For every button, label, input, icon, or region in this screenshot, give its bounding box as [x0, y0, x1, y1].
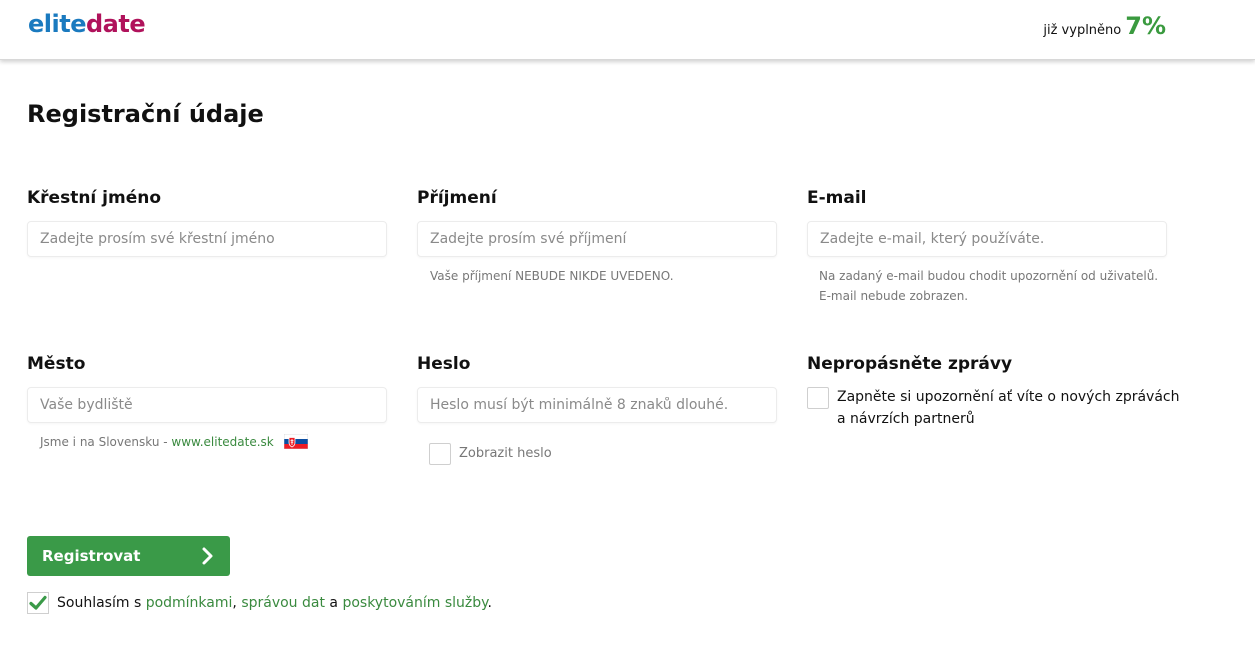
password-label: Heslo: [417, 354, 471, 374]
notifications-text-line2: a návrzích partnerů: [837, 411, 975, 427]
register-button[interactable]: Registrovat: [27, 536, 230, 576]
password-input[interactable]: [417, 387, 777, 423]
top-header: elitedate již vyplněno 7%: [0, 0, 1255, 60]
email-hint-line2: E-mail nebude zobrazen.: [819, 289, 969, 303]
checkmark-icon: [29, 595, 47, 610]
city-label: Město: [27, 354, 86, 374]
slovakia-flag-icon: [283, 434, 308, 449]
first-name-input[interactable]: [27, 221, 387, 257]
last-name-input[interactable]: [417, 221, 777, 257]
show-password-checkbox[interactable]: [429, 443, 451, 465]
progress-value: 7%: [1125, 12, 1166, 40]
email-label: E-mail: [807, 188, 867, 208]
terms-link[interactable]: podmínkami: [146, 595, 233, 611]
progress-label: již vyplněno: [1043, 23, 1122, 38]
agree-sep1: ,: [232, 595, 242, 611]
show-password-label: Zobrazit heslo: [459, 446, 552, 461]
data-management-link[interactable]: správou dat: [241, 595, 325, 611]
notifications-text-line1: Zapněte si upozornění ať víte o nových z…: [837, 389, 1180, 405]
city-hint: Jsme i na Slovensku - www.elitedate.sk: [40, 432, 308, 452]
last-name-label: Příjmení: [417, 188, 497, 208]
terms-agree-checkbox[interactable]: [27, 592, 49, 614]
notifications-checkbox[interactable]: [807, 387, 829, 409]
last-name-hint: Vaše příjmení NEBUDE NIKDE UVEDENO.: [430, 269, 674, 283]
city-hint-text: Jsme i na Slovensku -: [40, 435, 172, 449]
email-hint-line1: Na zadaný e-mail budou chodit upozornění…: [819, 269, 1159, 283]
terms-agree-text: Souhlasím s podmínkami, správou dat a po…: [57, 592, 492, 614]
agree-suffix: .: [487, 595, 492, 611]
agree-sep2: a: [324, 595, 343, 611]
chevron-right-icon: [202, 547, 213, 565]
first-name-label: Křestní jméno: [27, 188, 162, 208]
service-provision-link[interactable]: poskytováním služby: [342, 595, 487, 611]
register-button-label: Registrovat: [42, 547, 141, 565]
notifications-label: Nepropásněte zprávy: [807, 354, 1013, 374]
elitedate-logo[interactable]: elitedate: [28, 10, 146, 38]
email-input[interactable]: [807, 221, 1167, 257]
agree-prefix: Souhlasím s: [57, 595, 146, 611]
completion-progress: již vyplněno 7%: [1043, 12, 1166, 40]
email-hint: Na zadaný e-mail budou chodit upozornění…: [819, 266, 1158, 306]
logo-elite-part: elite: [28, 10, 86, 38]
slovak-site-link[interactable]: www.elitedate.sk: [171, 435, 273, 449]
page-title: Registrační údaje: [27, 100, 264, 128]
logo-date-part: date: [85, 10, 146, 38]
city-input[interactable]: [27, 387, 387, 423]
notifications-checkbox-label: Zapněte si upozornění ať víte o nových z…: [837, 386, 1179, 430]
